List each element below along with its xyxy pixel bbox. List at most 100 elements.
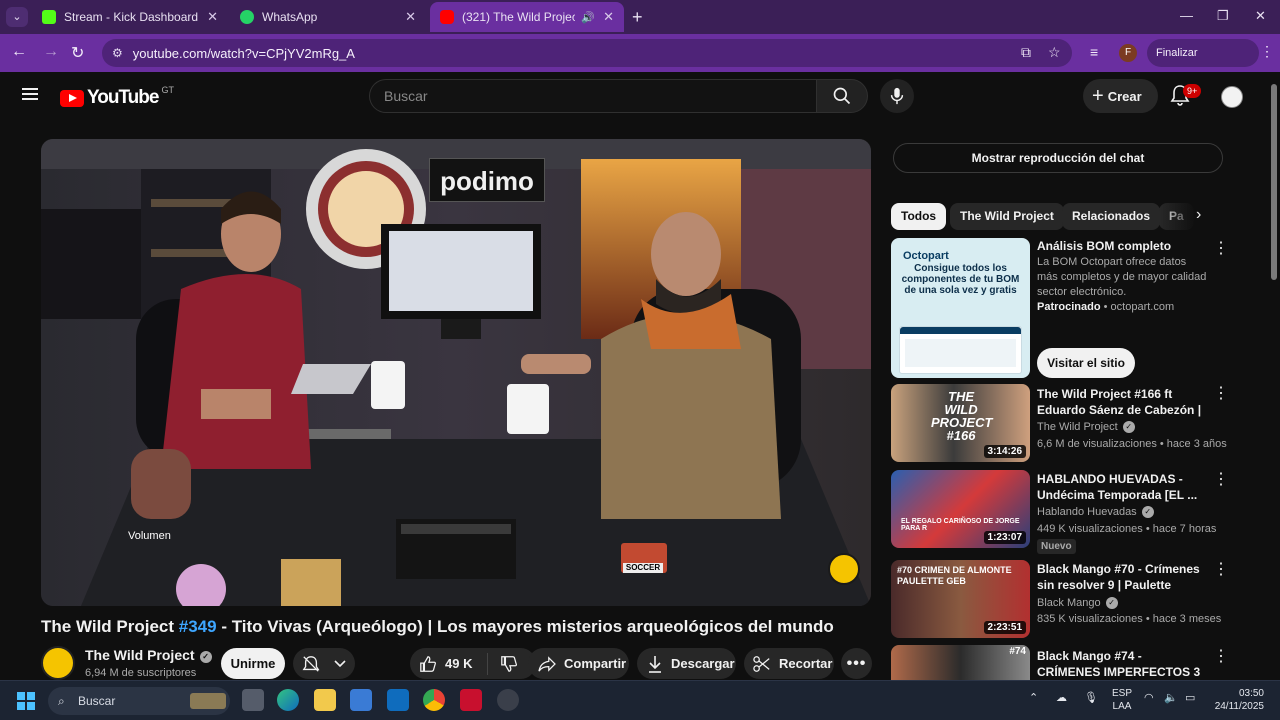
share-button[interactable]: Compartir [528, 648, 629, 679]
rec-channel[interactable]: Hablando Huevadas ✓ [1037, 506, 1154, 518]
rec-title[interactable]: The Wild Project #166 ft Eduardo Sáenz d… [1037, 386, 1205, 418]
search-button[interactable] [816, 79, 868, 113]
channel-avatar[interactable] [41, 646, 75, 680]
more-actions-button[interactable]: ••• [841, 648, 872, 679]
back-arrow-icon[interactable]: ← [11, 43, 27, 61]
channel-watermark[interactable] [828, 553, 860, 585]
obs-icon[interactable] [497, 689, 519, 711]
chevron-right-icon[interactable]: › [1196, 206, 1201, 224]
windows-taskbar: ⌕ Buscar ⌃ ☁ 🎙 ESP LAA ◠ 🔈 ▭ 03:50 24/11… [0, 680, 1280, 720]
tab-whatsapp[interactable]: WhatsApp ✕ [230, 2, 426, 32]
show-chat-replay-button[interactable]: Mostrar reproducción del chat [893, 143, 1223, 173]
rec-channel-text[interactable]: The Wild Project [1037, 421, 1118, 433]
title-suffix: - Tito Vivas (Arqueólogo) | Los mayores … [216, 617, 834, 636]
microphone-icon[interactable]: 🎙 [1084, 691, 1098, 704]
rec-more-icon[interactable]: ⋮ [1213, 472, 1229, 488]
rec-more-icon[interactable]: ⋮ [1213, 649, 1229, 665]
ad-brand: Octopart [903, 250, 949, 262]
rec-title[interactable]: Black Mango #74 - CRÍMENES IMPERFECTOS 3… [1037, 648, 1205, 680]
youtube-favicon-icon [440, 10, 454, 24]
rec-title[interactable]: HABLANDO HUEVADAS - Undécima Temporada [… [1037, 471, 1205, 503]
profile-avatar[interactable]: F [1119, 44, 1137, 62]
rec-thumbnail[interactable]: #70 CRIMEN DE ALMONTE PAULETTE GEB 2:23:… [891, 560, 1030, 638]
kick-favicon-icon [42, 10, 56, 24]
store-icon[interactable] [350, 689, 372, 711]
menu-hamburger-icon[interactable] [22, 88, 38, 100]
system-clock[interactable]: 03:50 24/11/2025 [1210, 687, 1264, 713]
battery-icon[interactable]: ▭ [1185, 691, 1195, 704]
rec-channel-text[interactable]: Black Mango [1037, 597, 1101, 609]
red-app-icon[interactable] [460, 689, 482, 711]
microphone-icon [890, 87, 904, 105]
account-avatar[interactable] [1221, 86, 1243, 108]
download-button[interactable]: Descargar [637, 648, 736, 679]
volume-icon[interactable]: 🔈 [1164, 691, 1178, 704]
wifi-icon[interactable]: ◠ [1144, 691, 1154, 704]
chevron-up-icon[interactable]: ⌃ [1029, 691, 1038, 704]
maximize-icon[interactable]: ❐ [1217, 8, 1229, 24]
file-explorer-icon[interactable] [314, 689, 336, 711]
channel-name[interactable]: The Wild Project ✓ [85, 647, 212, 663]
install-app-icon[interactable]: ⧉ [1021, 44, 1031, 61]
clip-button[interactable]: Recortar [744, 648, 834, 679]
browser-menu-icon[interactable]: ⋮ [1260, 43, 1274, 60]
finish-update-button[interactable]: Finalizar actualización [1147, 39, 1259, 87]
tab-kick-dashboard[interactable]: Stream - Kick Dashboard ✕ [32, 2, 228, 32]
chip-related[interactable]: Relacionados [1062, 203, 1161, 230]
tab-search-button[interactable]: ⌄ [6, 7, 28, 27]
scrollbar-thumb[interactable] [1271, 84, 1277, 280]
task-view-icon[interactable] [242, 689, 264, 711]
rec-thumbnail[interactable]: EL REGALO CARIÑOSO DE JORGE PARA R 1:23:… [891, 470, 1030, 548]
rec-title[interactable]: Black Mango #70 - Crímenes sin resolver … [1037, 561, 1205, 593]
minimize-icon[interactable]: — [1180, 8, 1193, 23]
verified-check-icon: ✓ [199, 651, 212, 663]
visit-site-button[interactable]: Visitar el sitio [1037, 348, 1135, 378]
rec-more-icon[interactable]: ⋮ [1213, 562, 1229, 578]
youtube-logo[interactable]: YouTube GT [60, 85, 174, 109]
taskbar-search[interactable]: ⌕ Buscar [48, 687, 230, 715]
ad-thumbnail[interactable]: Octopart Consigue todos los componentes … [891, 238, 1030, 378]
new-tab-button[interactable]: + [632, 8, 643, 26]
outlook-icon[interactable] [387, 689, 409, 711]
title-hashtag[interactable]: #349 [179, 617, 217, 636]
page-scrollbar[interactable] [1269, 76, 1279, 682]
chip-the-wild-project[interactable]: The Wild Project [950, 203, 1064, 230]
rec-channel[interactable]: The Wild Project ✓ [1037, 421, 1135, 433]
ad-title[interactable]: Análisis BOM completo [1037, 239, 1171, 253]
site-info-icon[interactable]: ⚙ [112, 46, 123, 60]
speaker-icon[interactable]: 🔊 [581, 11, 595, 24]
tab-youtube-active[interactable]: (321) The Wild Project #349 🔊 ✕ [430, 2, 624, 32]
search-input[interactable]: Buscar [369, 79, 816, 113]
windows-start-icon[interactable] [17, 692, 35, 710]
voice-search-button[interactable] [880, 79, 914, 113]
tab-close-icon[interactable]: ✕ [405, 9, 416, 25]
input-language[interactable]: ESP LAA [1112, 687, 1132, 713]
video-player[interactable]: podimo SOCCER Volumen [41, 139, 871, 606]
youtube-play-icon [60, 89, 84, 107]
like-button[interactable]: 49 K [410, 652, 488, 675]
ad-more-icon[interactable]: ⋮ [1213, 241, 1229, 257]
rec-channel-text[interactable]: Hablando Huevadas [1037, 506, 1137, 518]
tab-close-icon[interactable]: ✕ [603, 9, 614, 25]
edge-icon[interactable] [277, 689, 299, 711]
bookmark-star-icon[interactable]: ☆ [1048, 44, 1061, 61]
close-icon[interactable]: ✕ [1255, 8, 1266, 24]
reload-icon[interactable]: ↻ [71, 43, 84, 63]
url-text: youtube.com/watch?v=CPjYV2mRg_A [132, 45, 355, 61]
media-controls-icon[interactable]: ≡ [1090, 44, 1098, 60]
chrome-icon[interactable] [423, 689, 445, 711]
onedrive-icon[interactable]: ☁ [1056, 691, 1067, 704]
join-button[interactable]: Unirme [221, 648, 285, 679]
chip-all[interactable]: Todos [891, 203, 947, 230]
rec-more-icon[interactable]: ⋮ [1213, 386, 1229, 402]
channel-name-text[interactable]: The Wild Project [85, 647, 195, 663]
rec-channel[interactable]: Black Mango ✓ [1037, 597, 1118, 609]
forward-arrow-icon[interactable]: → [43, 43, 59, 61]
create-button[interactable]: + Crear [1083, 79, 1158, 113]
subscription-notifications-button[interactable] [293, 648, 355, 679]
rec-thumbnail[interactable]: THE WILD PROJECT #166 3:14:26 [891, 384, 1030, 462]
tab-close-icon[interactable]: ✕ [207, 9, 218, 25]
rec-thumbnail[interactable]: #74 [891, 645, 1030, 680]
address-bar[interactable]: ⚙ youtube.com/watch?v=CPjYV2mRg_A [102, 39, 1072, 67]
dislike-button[interactable] [488, 655, 526, 673]
